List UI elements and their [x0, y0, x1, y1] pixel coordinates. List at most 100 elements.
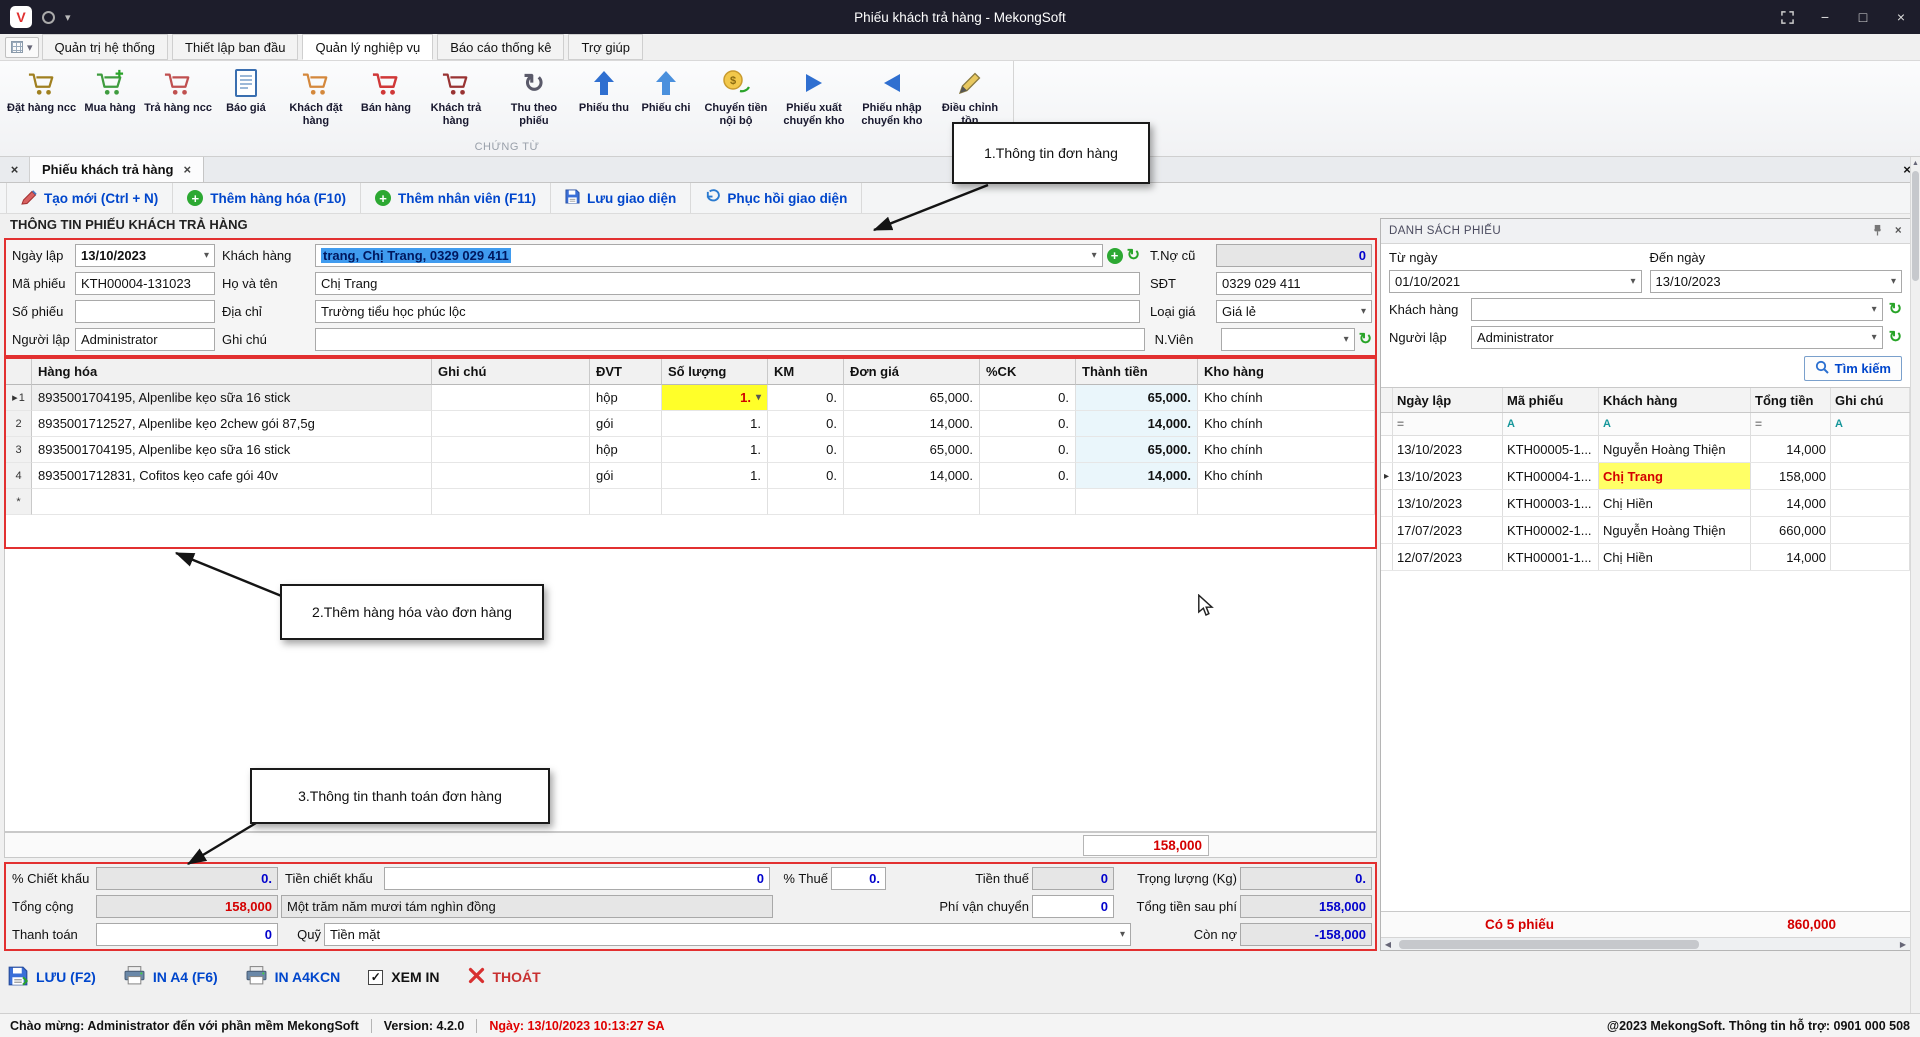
customer-name-field[interactable]: Chị Trang — [315, 272, 1140, 295]
cell-quantity[interactable] — [662, 489, 768, 515]
cell-unit[interactable] — [590, 489, 662, 515]
cell-note[interactable] — [1831, 436, 1910, 462]
cell-code[interactable]: KTH00005-1... — [1503, 436, 1599, 462]
chevron-down-icon[interactable]: ▾ — [65, 11, 71, 24]
menu-tab-tro-giup[interactable]: Trợ giúp — [568, 34, 643, 60]
cell-quantity[interactable]: 1. — [662, 411, 768, 437]
cell-warehouse[interactable]: Kho chính — [1198, 463, 1375, 489]
cell-note[interactable] — [1831, 490, 1910, 516]
column-header[interactable]: Hàng hóa — [32, 359, 432, 385]
cell-customer[interactable]: Chị Hiền — [1599, 544, 1751, 570]
chevron-down-icon[interactable]: ▾ — [1120, 929, 1125, 940]
from-date-field[interactable]: 01/10/2021▾ — [1389, 270, 1642, 293]
receipt-number-field[interactable] — [75, 300, 215, 323]
add-item-button[interactable]: + Thêm hàng hóa (F10) — [173, 183, 361, 213]
cell-code[interactable]: KTH00002-1... — [1503, 517, 1599, 543]
new-row[interactable]: * — [6, 489, 1375, 515]
refresh-icon[interactable]: ↻ — [1889, 330, 1902, 346]
cell-note[interactable] — [1831, 463, 1910, 489]
ribbon-khach-tra-hang[interactable]: Khách trả hàng — [417, 64, 495, 129]
customer-combo[interactable]: trang, Chị Trang, 0329 029 411▾ — [315, 244, 1103, 267]
column-header[interactable]: Thành tiền — [1076, 359, 1198, 385]
cash-fund-combo[interactable]: Tiền mặt▾ — [324, 923, 1131, 946]
ribbon-tra-hang-ncc[interactable]: Trả hàng ncc — [141, 64, 215, 117]
add-customer-button[interactable]: + — [1107, 248, 1123, 264]
menu-tab-bao-cao-thong-ke[interactable]: Báo cáo thống kê — [437, 34, 564, 60]
cell-total[interactable]: 14,000 — [1751, 490, 1831, 516]
cell-discount[interactable]: 0. — [980, 437, 1076, 463]
table-row[interactable]: 4 8935001712831, Cofitos kẹo cafe gói 40… — [6, 463, 1375, 489]
layout-menu-button[interactable]: ▾ — [5, 37, 39, 58]
maximize-button[interactable]: □ — [1844, 0, 1882, 34]
cell-discount[interactable]: 0. — [980, 385, 1076, 411]
cell-customer[interactable]: Nguyễn Hoàng Thiện — [1599, 436, 1751, 462]
discount-percent-field[interactable]: 0. — [96, 867, 278, 890]
cell-date[interactable]: 13/10/2023 — [1393, 436, 1503, 462]
column-header[interactable]: Mã phiếu — [1503, 388, 1599, 412]
cell-product[interactable]: 8935001704195, Alpenlibe kẹo sữa 16 stic… — [32, 437, 432, 463]
note-field[interactable] — [315, 328, 1145, 351]
menu-tab-quan-ly-nghiep-vu[interactable]: Quản lý nghiệp vụ — [302, 34, 433, 60]
cell-code[interactable]: KTH00003-1... — [1503, 490, 1599, 516]
chevron-down-icon[interactable]: ▾ — [1361, 306, 1366, 317]
scrollbar-thumb[interactable] — [1912, 171, 1919, 281]
cell-quantity[interactable]: 1.▾ — [662, 385, 768, 411]
scroll-left-icon[interactable]: ◀ — [1381, 940, 1395, 949]
filter-text-icon[interactable]: A — [1603, 418, 1611, 430]
table-row[interactable]: 2 8935001712527, Alpenlibe kẹo 2chew gói… — [6, 411, 1375, 437]
cell-km[interactable]: 0. — [768, 437, 844, 463]
cell-date[interactable]: 17/07/2023 — [1393, 517, 1503, 543]
chevron-down-icon[interactable]: ▾ — [1092, 250, 1097, 261]
employee-combo[interactable]: ▾ — [1221, 328, 1355, 351]
cell-unit[interactable]: hộp — [590, 437, 662, 463]
chevron-down-icon[interactable]: ▾ — [1891, 276, 1896, 287]
creator-filter-combo[interactable]: Administrator▾ — [1471, 326, 1883, 349]
chevron-down-icon[interactable]: ▾ — [1630, 276, 1635, 287]
scroll-right-icon[interactable]: ▶ — [1896, 940, 1910, 949]
cell-price[interactable]: 14,000. — [844, 463, 980, 489]
cell-customer[interactable]: Chị Hiền — [1599, 490, 1751, 516]
ribbon-phieu-thu[interactable]: Phiếu thu — [573, 64, 635, 117]
scrollbar-thumb[interactable] — [1399, 940, 1699, 949]
cell-km[interactable]: 0. — [768, 463, 844, 489]
ribbon-chuyen-tien-noi-bo[interactable]: $ Chuyển tiền nội bộ — [697, 64, 775, 129]
ribbon-ban-hang[interactable]: Bán hàng — [355, 64, 417, 117]
cell-discount[interactable]: 0. — [980, 411, 1076, 437]
add-employee-button[interactable]: + Thêm nhân viên (F11) — [361, 183, 551, 213]
cell-note[interactable] — [432, 411, 590, 437]
tax-percent-field[interactable]: 0. — [831, 867, 886, 890]
creator-field[interactable]: Administrator — [75, 328, 215, 351]
checkbox-icon[interactable]: ✓ — [368, 970, 383, 985]
cell-code[interactable]: KTH00004-1... — [1503, 463, 1599, 489]
chevron-down-icon[interactable]: ▾ — [1872, 304, 1877, 315]
ribbon-thu-theo-phieu[interactable]: ↻ Thu theo phiếu — [495, 64, 573, 129]
discount-amount-field[interactable]: 0 — [384, 867, 770, 890]
column-header[interactable]: Số lượng — [662, 359, 768, 385]
cell-unit[interactable]: gói — [590, 411, 662, 437]
column-header[interactable]: Kho hàng — [1198, 359, 1375, 385]
cell-customer[interactable]: Nguyễn Hoàng Thiện — [1599, 517, 1751, 543]
ribbon-dieu-chinh-ton[interactable]: Điều chỉnh tồn — [931, 64, 1009, 129]
pin-icon[interactable] — [1872, 224, 1883, 239]
column-header[interactable]: %CK — [980, 359, 1076, 385]
vertical-scrollbar[interactable]: ▲ — [1910, 157, 1920, 1013]
customer-filter-combo[interactable]: ▾ — [1471, 298, 1883, 321]
column-header[interactable]: Ghi chú — [432, 359, 590, 385]
fullscreen-icon[interactable] — [1768, 0, 1806, 34]
save-button[interactable]: LƯU (F2) — [8, 966, 96, 989]
list-item[interactable]: 17/07/2023 KTH00002-1... Nguyễn Hoàng Th… — [1381, 517, 1910, 544]
to-date-field[interactable]: 13/10/2023▾ — [1650, 270, 1903, 293]
column-header[interactable]: Ghi chú — [1831, 388, 1910, 412]
cell-note[interactable] — [432, 463, 590, 489]
cell-warehouse[interactable]: Kho chính — [1198, 385, 1375, 411]
save-layout-button[interactable]: Lưu giao diện — [551, 183, 691, 213]
cell-date[interactable]: 13/10/2023 — [1393, 490, 1503, 516]
column-header[interactable]: Tổng tiền — [1751, 388, 1831, 412]
preview-checkbox[interactable]: ✓ XEM IN — [368, 969, 439, 985]
cell-customer[interactable]: Chị Trang — [1599, 463, 1751, 489]
horizontal-scrollbar[interactable]: ◀ ▶ — [1381, 937, 1910, 950]
price-type-combo[interactable]: Giá lẻ▾ — [1216, 300, 1372, 323]
column-header[interactable]: ĐVT — [590, 359, 662, 385]
refresh-icon[interactable]: ↻ — [1889, 302, 1902, 318]
cell-price[interactable]: 65,000. — [844, 385, 980, 411]
